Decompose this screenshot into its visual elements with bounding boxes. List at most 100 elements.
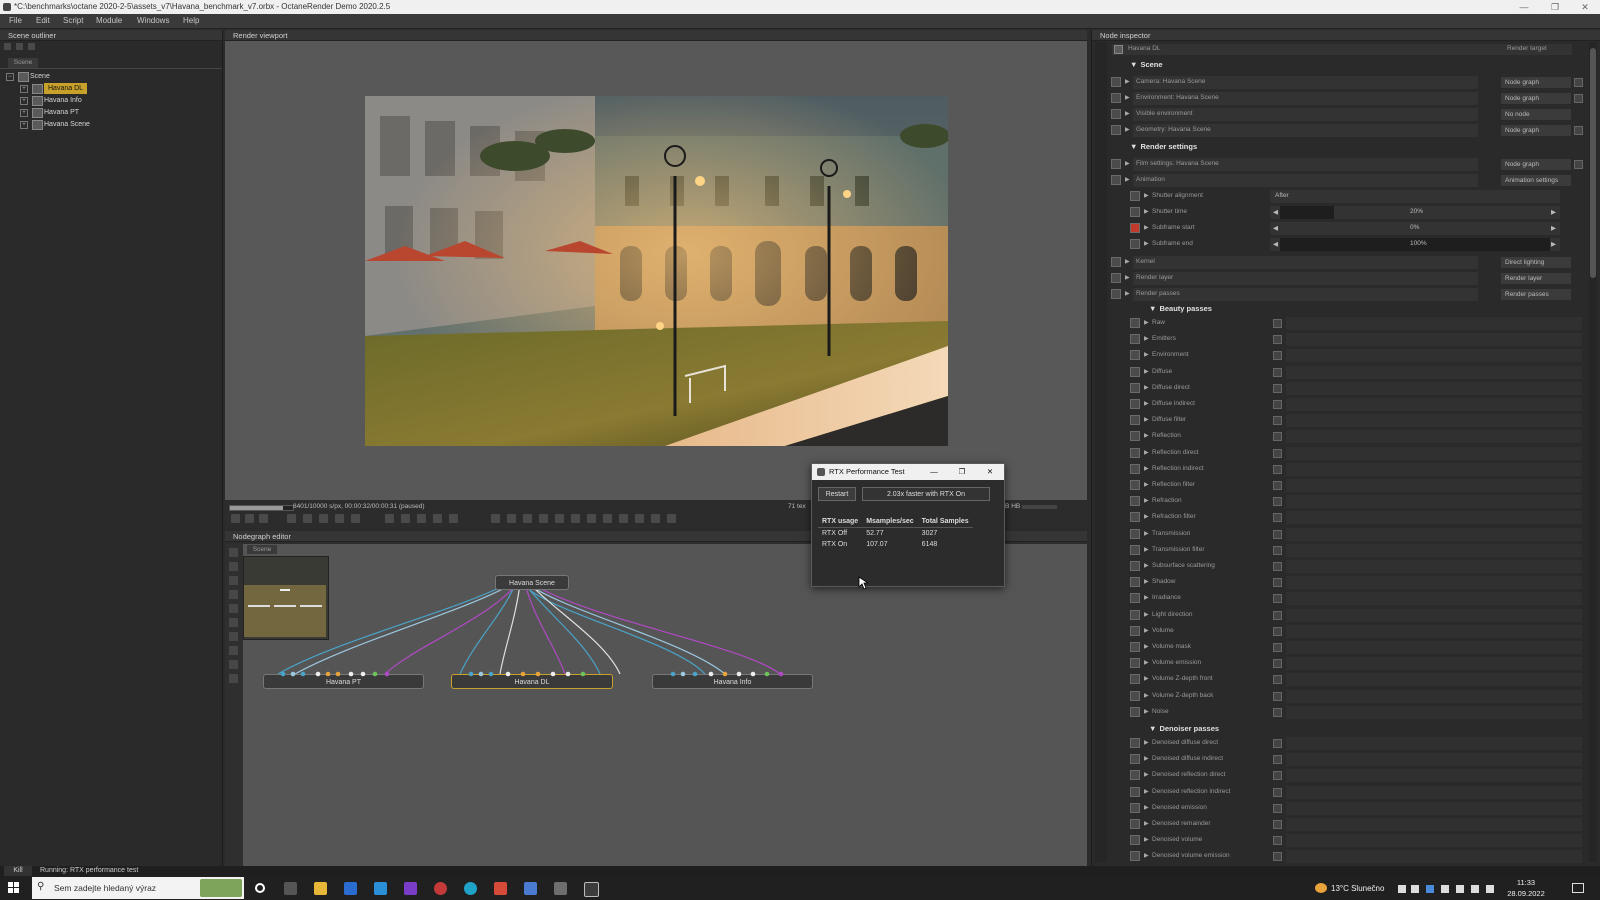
object-picker-icon[interactable] bbox=[449, 514, 458, 523]
restart-icon[interactable] bbox=[303, 514, 312, 523]
gizmo-icon[interactable] bbox=[651, 514, 660, 523]
pass-enable-checkbox[interactable] bbox=[1273, 578, 1282, 588]
node-pin-icon[interactable] bbox=[1111, 109, 1121, 119]
expand-triangle-icon[interactable]: ▶ bbox=[1144, 804, 1149, 811]
node-pin-icon[interactable] bbox=[1111, 273, 1121, 283]
expand-triangle-icon[interactable]: ▶ bbox=[1144, 224, 1149, 231]
slider-left-arrow-icon[interactable]: ◀ bbox=[1273, 240, 1278, 248]
expand-triangle-icon[interactable]: ▶ bbox=[1144, 208, 1149, 215]
render-pass-row[interactable]: ▶ Volume emission bbox=[1130, 657, 1586, 671]
node-graph-button[interactable]: No node bbox=[1501, 109, 1571, 120]
render-pass-row[interactable]: ▶ Transmission bbox=[1130, 527, 1586, 541]
node-graph-button[interactable]: Node graph bbox=[1501, 159, 1571, 170]
render-pass-row[interactable]: ▶ Denoised reflection indirect bbox=[1130, 785, 1586, 799]
slider-left-arrow-icon[interactable]: ◀ bbox=[1273, 224, 1278, 232]
param-value[interactable]: After bbox=[1275, 192, 1289, 199]
slider-right-arrow-icon[interactable]: ▶ bbox=[1551, 240, 1556, 248]
tree-item-havana-info[interactable]: + Havana Info bbox=[0, 95, 222, 106]
expand-triangle-icon[interactable]: ▶ bbox=[1125, 290, 1130, 297]
pass-pin-icon[interactable] bbox=[1130, 754, 1140, 765]
camera-icon[interactable] bbox=[231, 514, 240, 523]
pass-pin-icon[interactable] bbox=[1130, 706, 1140, 717]
expand-triangle-icon[interactable]: ▶ bbox=[1144, 708, 1149, 715]
edge-icon[interactable] bbox=[464, 882, 477, 895]
render-pass-row[interactable]: ▶ Irradiance bbox=[1130, 592, 1586, 606]
tray-icon[interactable] bbox=[1441, 885, 1449, 893]
pass-pin-icon[interactable] bbox=[1130, 480, 1140, 490]
pass-pin-icon[interactable] bbox=[1130, 642, 1140, 652]
render-pass-row[interactable]: ▶ Volume bbox=[1130, 624, 1586, 638]
collapse-triangle-icon[interactable]: ▼ bbox=[1130, 142, 1137, 151]
render-pass-row[interactable]: ▶ Diffuse indirect bbox=[1130, 398, 1586, 411]
expand-triangle-icon[interactable]: ▶ bbox=[1144, 319, 1149, 326]
expand-triangle-icon[interactable]: ▶ bbox=[1144, 240, 1149, 247]
tab-scene[interactable]: Scene bbox=[8, 58, 38, 68]
app-icon[interactable] bbox=[524, 882, 537, 895]
tree-item-havana-dl[interactable]: + Havana DL bbox=[0, 83, 222, 94]
render-pass-row[interactable]: ▶ Noise bbox=[1130, 705, 1586, 719]
node-pin-icon[interactable] bbox=[1111, 93, 1121, 103]
zoom-out-icon[interactable] bbox=[507, 514, 516, 523]
node-pin-icon[interactable] bbox=[1130, 191, 1140, 201]
picker-icon[interactable] bbox=[385, 514, 394, 523]
pass-pin-icon[interactable] bbox=[1130, 674, 1140, 685]
restart-button[interactable]: Restart bbox=[818, 487, 856, 501]
param-value-field[interactable] bbox=[1270, 190, 1560, 203]
maximize-button[interactable]: ❐ bbox=[1540, 0, 1570, 14]
kill-button[interactable]: Kill bbox=[4, 866, 32, 876]
expand-triangle-icon[interactable]: ▶ bbox=[1144, 578, 1149, 585]
expand-triangle-icon[interactable]: ▶ bbox=[1144, 513, 1149, 520]
app-icon[interactable] bbox=[554, 882, 567, 895]
task-view-icon[interactable] bbox=[284, 882, 297, 895]
node-toggle-checkbox[interactable] bbox=[1574, 94, 1583, 103]
pass-enable-checkbox[interactable] bbox=[1273, 675, 1282, 685]
tray-icon[interactable] bbox=[1398, 885, 1406, 893]
pass-pin-icon[interactable] bbox=[1130, 528, 1140, 539]
expand-triangle-icon[interactable]: ▶ bbox=[1144, 546, 1149, 553]
pass-enable-checkbox[interactable] bbox=[1273, 852, 1282, 862]
section-scene[interactable]: ▼ Scene bbox=[1130, 60, 1163, 69]
pass-enable-checkbox[interactable] bbox=[1273, 351, 1282, 361]
expand-triangle-icon[interactable]: ▶ bbox=[1144, 611, 1149, 618]
recenter-icon[interactable] bbox=[259, 514, 268, 523]
node-pin-icon[interactable] bbox=[1130, 207, 1140, 217]
node-pin-icon[interactable] bbox=[1111, 77, 1121, 87]
menu-script[interactable]: Script bbox=[63, 16, 83, 25]
weather-text[interactable]: 13°C Slunečno bbox=[1331, 884, 1384, 893]
pass-pin-icon[interactable] bbox=[1130, 802, 1140, 813]
scene-param-row[interactable]: ▶ Geometry: Havana Scene Node graph bbox=[1111, 124, 1586, 137]
render-pass-row[interactable]: ▶ Diffuse direct bbox=[1130, 381, 1586, 395]
node-graph-button[interactable]: Direct lighting bbox=[1501, 257, 1571, 268]
minimize-button[interactable]: — bbox=[1509, 0, 1539, 14]
slider-right-arrow-icon[interactable]: ▶ bbox=[1551, 208, 1556, 216]
pass-pin-icon[interactable] bbox=[1130, 658, 1140, 669]
store-icon[interactable] bbox=[344, 882, 357, 895]
pass-enable-checkbox[interactable] bbox=[1273, 432, 1282, 442]
pass-enable-checkbox[interactable] bbox=[1273, 562, 1282, 571]
white-balance-icon[interactable] bbox=[417, 514, 426, 523]
pass-pin-icon[interactable] bbox=[1130, 463, 1140, 474]
pass-pin-icon[interactable] bbox=[1130, 431, 1140, 442]
tray-icon[interactable] bbox=[1411, 885, 1419, 893]
render-pass-row[interactable]: ▶ Volume mask bbox=[1130, 641, 1586, 654]
bluetooth-icon[interactable] bbox=[1426, 885, 1434, 893]
pass-enable-checkbox[interactable] bbox=[1273, 497, 1282, 507]
node-graph-button[interactable]: Node graph bbox=[1501, 77, 1571, 88]
pass-enable-checkbox[interactable] bbox=[1273, 691, 1282, 701]
expand-triangle-icon[interactable]: ▶ bbox=[1144, 692, 1149, 699]
pass-enable-checkbox[interactable] bbox=[1273, 787, 1282, 797]
menu-windows[interactable]: Windows bbox=[137, 16, 169, 25]
render-pass-row[interactable]: ▶ Transmission filter bbox=[1130, 543, 1586, 557]
pass-enable-checkbox[interactable] bbox=[1273, 383, 1282, 393]
menu-help[interactable]: Help bbox=[183, 16, 199, 25]
node-graph-button[interactable]: Animation settings bbox=[1501, 175, 1571, 186]
expand-triangle-icon[interactable]: ▶ bbox=[1144, 465, 1149, 472]
pass-pin-icon[interactable] bbox=[1130, 577, 1140, 588]
menu-edit[interactable]: Edit bbox=[36, 16, 50, 25]
node-pin-icon[interactable] bbox=[1111, 159, 1121, 169]
pass-pin-icon[interactable] bbox=[1130, 318, 1140, 328]
section-render-settings[interactable]: ▼ Render settings bbox=[1130, 142, 1197, 151]
expand-triangle-icon[interactable]: ▶ bbox=[1144, 755, 1149, 762]
windows-start-icon[interactable] bbox=[8, 882, 20, 894]
pass-pin-icon[interactable] bbox=[1130, 561, 1140, 571]
